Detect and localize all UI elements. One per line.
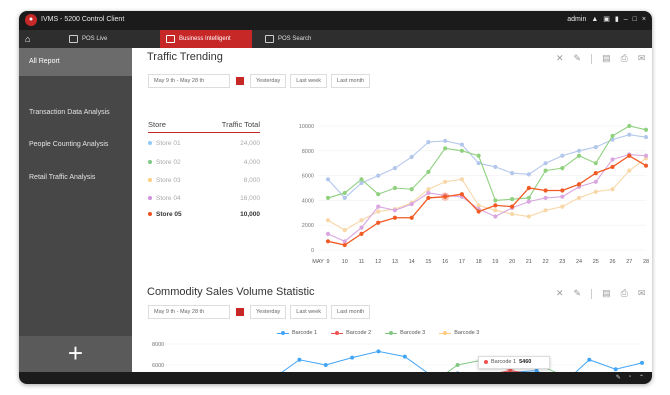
data-point [455, 363, 460, 367]
tab-business-intelligent[interactable]: Business Intelligent [160, 30, 252, 48]
data-point [402, 354, 407, 359]
app-window: ● IVMS - 5200 Control Client admin ▲ ▣ ▮… [19, 11, 652, 384]
data-point [350, 355, 355, 360]
sidebar-item-transaction[interactable]: Transaction Data Analysis [19, 99, 132, 127]
data-point [613, 367, 618, 372]
app-logo-icon: ● [25, 14, 37, 26]
home-icon: ⌂ [25, 34, 31, 44]
tab-pos-live-label: POS Live [82, 36, 108, 42]
title-bar-controls: admin ▲ ▣ ▮ – □ × [567, 15, 646, 24]
monitor-icon [69, 35, 78, 43]
data-point [640, 360, 644, 365]
chart-icon [166, 35, 175, 43]
alert-icon[interactable]: ▲ [591, 16, 598, 23]
add-report-button[interactable]: + [19, 336, 132, 372]
data-point [323, 363, 328, 367]
window-icon[interactable]: ▫ [629, 374, 631, 381]
sidebar-item-label: Retail Traffic Analysis [29, 174, 96, 181]
lock-icon[interactable]: ▮ [615, 15, 619, 23]
status-icons: ✎ ▫ ⌃ [616, 374, 644, 381]
series-line [281, 350, 643, 372]
user-name[interactable]: admin [567, 16, 586, 23]
y-tick-label: 6000 [152, 363, 164, 369]
data-point [376, 349, 381, 354]
data-point [587, 357, 592, 362]
report-content: Traffic Trending ✕ ✎ ▤ ⎙ ✉ May 9 th - Ma… [132, 48, 652, 372]
title-bar: ● IVMS - 5200 Control Client admin ▲ ▣ ▮… [19, 11, 652, 30]
tooltip-value: 5460 [519, 359, 532, 365]
search-monitor-icon [265, 35, 274, 43]
minimize-icon[interactable]: – [624, 16, 628, 23]
app-title: IVMS - 5200 Control Client [41, 16, 125, 23]
tooltip-series: Barcode 1 [491, 359, 517, 365]
y-tick-label: 8000 [152, 342, 164, 348]
sidebar: All Report Transaction Data Analysis Peo… [19, 48, 132, 372]
collapse-icon[interactable]: ⌃ [639, 374, 644, 381]
sidebar-item-label: All Report [29, 58, 60, 65]
data-point [297, 357, 302, 362]
sidebar-item-all-report[interactable]: All Report [19, 48, 132, 76]
close-icon[interactable]: × [642, 16, 646, 23]
sidebar-item-retail-traffic[interactable]: Retail Traffic Analysis [19, 164, 132, 192]
sidebar-item-label: People Counting Analysis [29, 141, 109, 148]
tab-pos-live[interactable]: POS Live [63, 30, 143, 48]
home-button[interactable]: ⌂ [19, 30, 49, 48]
maximize-icon[interactable]: □ [633, 16, 637, 23]
sales-line-chart: 6000 8000 [152, 342, 644, 372]
tab-bi-label: Business Intelligent [179, 36, 231, 42]
picture-icon[interactable]: ▣ [603, 15, 610, 23]
tooltip-dot [484, 359, 488, 364]
sidebar-item-label: Transaction Data Analysis [29, 109, 110, 116]
sidebar-item-people-counting[interactable]: People Counting Analysis [19, 131, 132, 159]
main-nav: ⌂ POS Live Business Intelligent POS Sear… [19, 30, 652, 48]
tab-pos-search[interactable]: POS Search [259, 30, 339, 48]
chart-tooltip: Barcode 1 5460 [478, 356, 550, 369]
tab-pos-search-label: POS Search [278, 36, 312, 42]
status-bar: ✎ ▫ ⌃ [19, 372, 652, 384]
pin-icon[interactable]: ✎ [616, 374, 621, 381]
